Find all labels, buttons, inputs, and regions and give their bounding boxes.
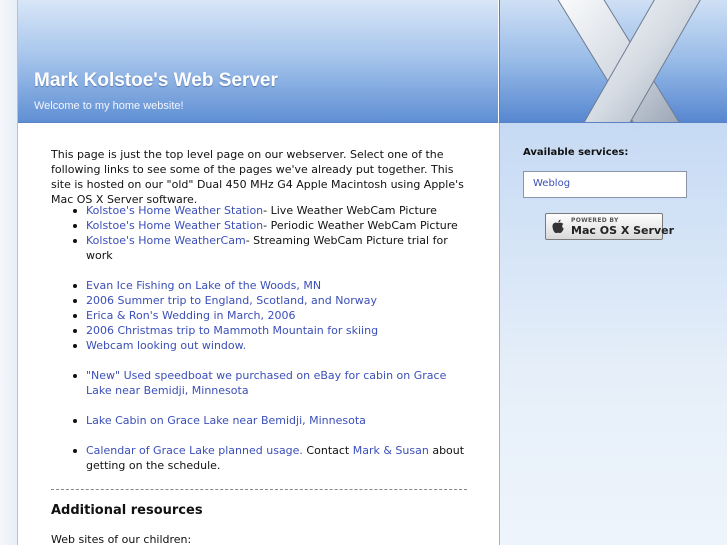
page: Mark Kolstoe's Web Server Welcome to my …: [0, 0, 727, 546]
services-box: Weblog: [523, 171, 687, 198]
mac-os-x-logo-panel: [499, 0, 727, 123]
christmas-trip-link[interactable]: 2006 Christmas trip to Mammoth Mountain …: [86, 324, 378, 337]
summer-trip-link[interactable]: 2006 Summer trip to England, Scotland, a…: [86, 294, 377, 307]
wedding-link[interactable]: Erica & Ron's Wedding in March, 2006: [86, 309, 296, 322]
weblog-link[interactable]: Weblog: [533, 178, 570, 189]
powered-by-badge[interactable]: POWERED BY Mac OS X Server: [545, 213, 674, 240]
webcam-window-link[interactable]: Webcam looking out window.: [86, 339, 246, 352]
contact-link[interactable]: Mark & Susan: [353, 444, 429, 457]
list-item: Calendar of Grace Lake planned usage. Co…: [51, 443, 471, 473]
list-item: 2006 Christmas trip to Mammoth Mountain …: [51, 323, 471, 338]
list-item: Kolstoe's Home Weather Station- Live Wea…: [51, 203, 471, 218]
sidebar: Available services: Weblog POWERED BY Ma…: [500, 123, 727, 545]
list-item: "New" Used speedboat we purchased on eBa…: [51, 368, 471, 398]
weather-station-periodic-link[interactable]: Kolstoe's Home Weather Station: [86, 219, 263, 232]
x-logo-icon: [557, 0, 701, 122]
lake-cabin-link[interactable]: Lake Cabin on Grace Lake near Bemidji, M…: [86, 414, 366, 427]
list-item: Webcam looking out window.: [51, 338, 471, 353]
list-item: 2006 Summer trip to England, Scotland, a…: [51, 293, 471, 308]
section-divider: [51, 489, 467, 490]
left-gutter: [0, 0, 18, 545]
additional-resources-heading: Additional resources: [51, 503, 203, 518]
main-content: This page is just the top level page on …: [18, 123, 500, 546]
weathercam-link[interactable]: Kolstoe's Home WeatherCam: [86, 234, 246, 247]
speedboat-link[interactable]: "New" Used speedboat we purchased on eBa…: [86, 369, 446, 397]
list-item: Evan Ice Fishing on Lake of the Woods, M…: [51, 278, 471, 293]
apple-logo-icon: [552, 219, 564, 234]
site-tagline: Welcome to my home website!: [34, 100, 184, 112]
calendar-link[interactable]: Calendar of Grace Lake planned usage.: [86, 444, 303, 457]
available-services-heading: Available services:: [523, 147, 629, 158]
ice-fishing-link[interactable]: Evan Ice Fishing on Lake of the Woods, M…: [86, 279, 321, 292]
badge-product-text: Mac OS X Server: [571, 224, 674, 237]
list-item: Erica & Ron's Wedding in March, 2006: [51, 308, 471, 323]
list-item: Kolstoe's Home WeatherCam- Streaming Web…: [51, 233, 471, 263]
site-title: Mark Kolstoe's Web Server: [34, 70, 278, 91]
intro-paragraph: This page is just the top level page on …: [51, 148, 464, 206]
header-banner: Mark Kolstoe's Web Server Welcome to my …: [18, 0, 498, 123]
badge-powered-by-text: POWERED BY: [571, 217, 619, 224]
children-sites-label: Web sites of our children:: [51, 533, 192, 546]
page-links-list: Kolstoe's Home Weather Station- Live Wea…: [51, 203, 471, 473]
weather-station-live-link[interactable]: Kolstoe's Home Weather Station: [86, 204, 263, 217]
list-item: Lake Cabin on Grace Lake near Bemidji, M…: [51, 413, 471, 428]
list-item: Kolstoe's Home Weather Station- Periodic…: [51, 218, 471, 233]
